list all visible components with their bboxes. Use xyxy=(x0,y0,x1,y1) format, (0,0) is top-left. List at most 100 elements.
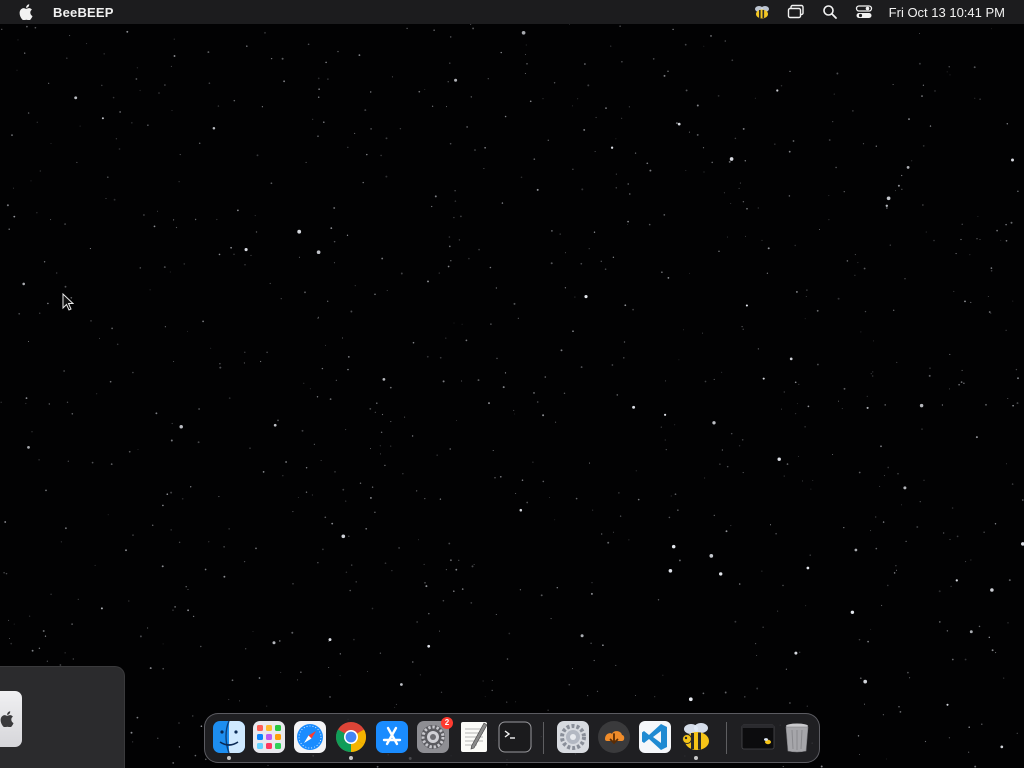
star xyxy=(587,695,589,697)
dock-item-launchpad[interactable] xyxy=(252,720,286,754)
star xyxy=(836,72,839,75)
star xyxy=(866,406,869,409)
star xyxy=(864,310,867,313)
star xyxy=(197,441,200,444)
dock-item-finder[interactable] xyxy=(212,720,246,760)
screen-mirroring-icon[interactable] xyxy=(787,3,805,21)
control-center-icon[interactable] xyxy=(855,3,873,21)
star xyxy=(8,638,10,639)
search-icon[interactable] xyxy=(821,3,839,21)
star xyxy=(797,455,799,457)
star xyxy=(777,610,779,612)
star xyxy=(755,643,757,645)
star xyxy=(870,530,872,532)
active-app-name[interactable]: BeeBEEP xyxy=(53,5,114,20)
star xyxy=(572,668,573,670)
star xyxy=(178,181,180,183)
star xyxy=(907,671,909,674)
star xyxy=(1017,377,1019,380)
dock-item-safari[interactable] xyxy=(293,720,327,754)
star xyxy=(376,402,378,404)
star xyxy=(50,143,52,144)
star xyxy=(988,311,991,313)
star xyxy=(381,257,384,260)
star xyxy=(513,302,516,305)
dock-item-textedit[interactable] xyxy=(457,720,491,754)
beebeep-icon[interactable] xyxy=(753,3,771,21)
star xyxy=(867,640,869,643)
dock-item-terminal[interactable] xyxy=(498,720,532,754)
star xyxy=(484,696,486,698)
star xyxy=(261,106,263,108)
dock-item-system-settings[interactable]: 2 xyxy=(416,717,453,754)
menu-bar-clock[interactable]: Fri Oct 13 10:41 PM xyxy=(889,5,1005,20)
star xyxy=(171,422,173,425)
star xyxy=(924,740,927,743)
star xyxy=(69,35,71,37)
star xyxy=(1003,677,1005,679)
star xyxy=(895,565,897,567)
star xyxy=(820,765,823,768)
star xyxy=(504,372,507,374)
dock-item-beebeep[interactable] xyxy=(679,720,713,760)
star xyxy=(745,235,747,237)
star xyxy=(730,202,732,205)
star xyxy=(730,525,732,527)
star xyxy=(553,82,556,84)
star xyxy=(1005,329,1007,331)
star xyxy=(77,598,79,601)
star xyxy=(782,584,784,587)
star xyxy=(272,641,276,645)
star xyxy=(923,479,925,481)
star xyxy=(329,398,332,400)
dock-item-transmission[interactable] xyxy=(597,720,631,754)
dock-item-chrome[interactable] xyxy=(334,720,368,760)
star xyxy=(385,175,388,178)
star xyxy=(94,564,96,566)
star xyxy=(1016,732,1018,734)
dock-item-app-store[interactable] xyxy=(375,720,409,754)
partial-window[interactable] xyxy=(0,666,125,768)
dock-item-vscode[interactable] xyxy=(638,720,672,754)
star xyxy=(901,188,903,190)
star xyxy=(506,764,508,766)
star xyxy=(704,477,706,479)
star xyxy=(173,55,176,57)
star xyxy=(563,392,566,395)
star xyxy=(547,709,549,711)
star xyxy=(702,692,705,695)
apple-menu-icon[interactable] xyxy=(18,4,34,20)
star xyxy=(745,304,748,307)
star xyxy=(572,330,574,333)
star xyxy=(519,589,522,591)
dock-item-trash[interactable] xyxy=(780,720,814,754)
star xyxy=(955,579,958,582)
star xyxy=(990,267,993,269)
star xyxy=(769,524,772,526)
star xyxy=(458,239,461,241)
star xyxy=(166,493,169,496)
star xyxy=(449,142,452,145)
star xyxy=(99,337,100,339)
star xyxy=(613,531,614,533)
star xyxy=(194,754,197,757)
star xyxy=(292,511,294,513)
dock-item-minimized-window[interactable] xyxy=(741,720,775,754)
star xyxy=(1000,239,1002,241)
star xyxy=(39,170,41,172)
star xyxy=(761,570,763,572)
star xyxy=(632,405,636,409)
star xyxy=(350,564,353,566)
star xyxy=(670,495,672,497)
star xyxy=(172,761,175,764)
star xyxy=(837,297,840,300)
star xyxy=(789,70,791,73)
star xyxy=(327,78,329,80)
star xyxy=(1017,190,1019,193)
star xyxy=(252,630,254,632)
dock-item-system-preferences[interactable] xyxy=(556,720,590,754)
star xyxy=(1007,622,1009,624)
star xyxy=(623,357,625,359)
star xyxy=(118,148,121,150)
desktop[interactable]: BeeBEEP Fri Oct 13 10:41 PM 2 xyxy=(0,0,1024,768)
